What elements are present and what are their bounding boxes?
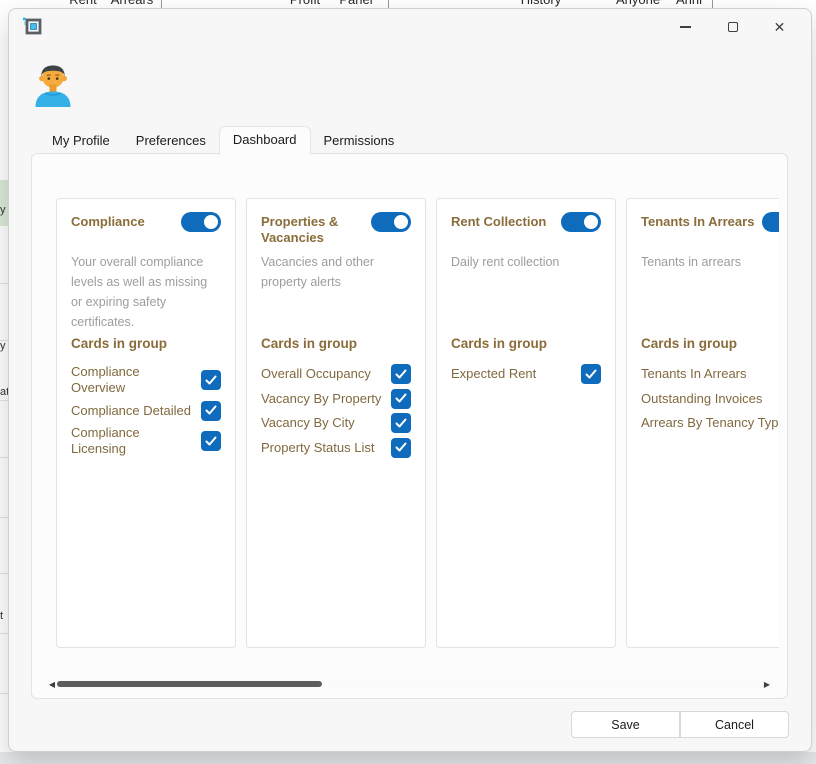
background-text: y bbox=[0, 204, 6, 216]
list-item: Compliance Detailed bbox=[71, 400, 221, 421]
user-avatar bbox=[29, 59, 77, 107]
checkbox-compliance-licensing[interactable] bbox=[201, 431, 221, 451]
list-item: Compliance Licensing bbox=[71, 425, 221, 457]
group-description: Daily rent collection bbox=[451, 255, 560, 269]
horizontal-scrollbar[interactable]: ◀ ▶ bbox=[46, 677, 773, 691]
card-groups-track: Compliance Your overall compliance level… bbox=[56, 198, 779, 648]
maximize-button[interactable] bbox=[709, 9, 756, 45]
minimize-button[interactable] bbox=[662, 9, 709, 45]
background-row-highlight bbox=[0, 180, 8, 226]
scrollbar-thumb[interactable] bbox=[57, 681, 322, 687]
background-strip-bottom bbox=[0, 752, 816, 764]
toggle-compliance-group[interactable] bbox=[181, 212, 221, 232]
tab-preferences[interactable]: Preferences bbox=[123, 128, 219, 154]
dashboard-panel: Compliance Your overall compliance level… bbox=[31, 153, 788, 699]
group-description: Vacancies and other property alerts bbox=[261, 255, 375, 289]
background-text: Panel bbox=[339, 0, 372, 7]
titlebar: ✕ bbox=[9, 9, 811, 47]
group-title: Rent Collection bbox=[451, 214, 547, 229]
background-text: Anyone bbox=[616, 0, 660, 7]
toggle-properties-group[interactable] bbox=[371, 212, 411, 232]
list-item: Overall Occupancy bbox=[261, 364, 411, 384]
profile-dialog: ✕ My Profile Preferences Dashboard Permi… bbox=[8, 8, 812, 752]
toggle-tenants-arrears-group[interactable] bbox=[762, 212, 779, 232]
minimize-icon bbox=[680, 26, 691, 28]
background-text: History bbox=[521, 0, 561, 7]
background-text: Rent bbox=[69, 0, 96, 7]
cards-in-group-header: Cards in group bbox=[261, 336, 358, 351]
tab-my-profile[interactable]: My Profile bbox=[39, 128, 123, 154]
cards-in-group-header: Cards in group bbox=[641, 336, 738, 351]
background-text: Arrears bbox=[111, 0, 154, 7]
background-text: t bbox=[0, 610, 4, 622]
screen: Rent Arrears Profit Panel History Anyone… bbox=[0, 0, 816, 764]
card-group-compliance: Compliance Your overall compliance level… bbox=[56, 198, 236, 648]
background-text: y bbox=[0, 340, 6, 352]
list-item: Expected Rent bbox=[451, 364, 601, 384]
close-button[interactable]: ✕ bbox=[756, 9, 803, 45]
background-text: Anni bbox=[676, 0, 702, 7]
cards-in-group-header: Cards in group bbox=[451, 336, 548, 351]
card-group-tenants-in-arrears: Tenants In Arrears Tenants in arrears Ca… bbox=[626, 198, 779, 648]
list-item: Property Status List bbox=[261, 437, 411, 458]
background-window-left: y y at t bbox=[0, 8, 8, 752]
divider bbox=[388, 0, 389, 8]
list-item: Vacancy By Property bbox=[261, 388, 411, 409]
cancel-button[interactable]: Cancel bbox=[680, 711, 789, 738]
group-description: Tenants in arrears bbox=[641, 255, 742, 269]
scroll-right-icon[interactable]: ▶ bbox=[761, 677, 773, 691]
card-group-properties-vacancies: Properties & Vacancies Vacancies and oth… bbox=[246, 198, 426, 648]
window-controls: ✕ bbox=[662, 9, 803, 45]
checkbox-vacancy-by-property[interactable] bbox=[391, 388, 411, 409]
checkbox-compliance-detailed[interactable] bbox=[201, 400, 221, 421]
group-description: Your overall compliance levels as well a… bbox=[71, 255, 208, 329]
divider bbox=[712, 0, 713, 8]
maximize-icon bbox=[727, 22, 738, 32]
app-logo-icon bbox=[22, 15, 44, 37]
checkbox-property-status-list[interactable] bbox=[391, 437, 411, 458]
group-title: Tenants In Arrears bbox=[641, 214, 755, 229]
tab-permissions[interactable]: Permissions bbox=[311, 128, 408, 154]
background-window-top: Rent Arrears Profit Panel History Anyone… bbox=[0, 0, 816, 8]
checkbox-expected-rent[interactable] bbox=[581, 364, 601, 384]
group-title: Properties & Vacancies bbox=[261, 214, 339, 245]
list-item: Outstanding Invoices bbox=[641, 390, 763, 406]
checkbox-overall-occupancy[interactable] bbox=[391, 364, 411, 384]
card-groups-viewport: Compliance Your overall compliance level… bbox=[56, 198, 779, 651]
background-text: Profit bbox=[290, 0, 320, 7]
checkbox-vacancy-by-city[interactable] bbox=[391, 413, 411, 433]
card-group-rent-collection: Rent Collection Daily rent collection Ca… bbox=[436, 198, 616, 648]
list-item: Tenants In Arrears bbox=[641, 366, 747, 381]
tab-bar: My Profile Preferences Dashboard Permiss… bbox=[39, 126, 408, 155]
background-text: at bbox=[0, 386, 8, 398]
save-button[interactable]: Save bbox=[571, 711, 680, 738]
divider bbox=[161, 0, 162, 8]
checkbox-compliance-overview[interactable] bbox=[201, 370, 221, 390]
cards-in-group-header: Cards in group bbox=[71, 336, 168, 351]
list-item: Vacancy By City bbox=[261, 413, 411, 433]
tab-dashboard[interactable]: Dashboard bbox=[218, 126, 311, 155]
list-item: Arrears By Tenancy Type bbox=[641, 415, 779, 430]
list-item: Compliance Overview bbox=[71, 364, 221, 396]
close-icon: ✕ bbox=[773, 19, 786, 35]
group-title: Compliance bbox=[71, 214, 145, 229]
toggle-rent-collection-group[interactable] bbox=[561, 212, 601, 232]
